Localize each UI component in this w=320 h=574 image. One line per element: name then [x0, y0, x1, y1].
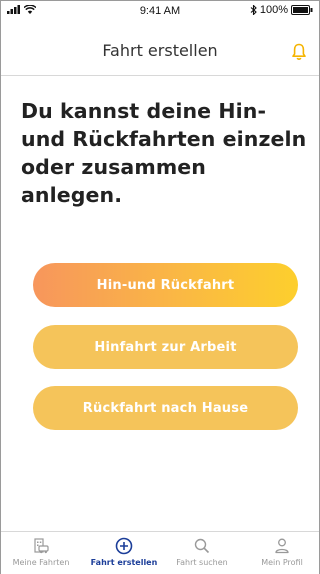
tab-label: Mein Profil: [261, 558, 303, 567]
search-icon: [194, 538, 210, 554]
round-trip-button[interactable]: Hin-und Rückfahrt: [33, 263, 298, 307]
building-car-icon: [34, 538, 49, 554]
status-right: 100%: [250, 4, 313, 16]
tab-label: Meine Fahrten: [12, 558, 70, 567]
bluetooth-icon: [250, 5, 257, 15]
return-home-button[interactable]: Rückfahrt nach Hause: [33, 386, 298, 430]
tab-meine-fahrten[interactable]: Meine Fahrten: [1, 536, 81, 567]
battery-percent: 100%: [259, 4, 288, 16]
tab-mein-profil[interactable]: Mein Profil: [242, 536, 320, 567]
nav-bar: Fahrt erstellen: [1, 21, 319, 76]
tab-bar: Meine Fahrten Fahrt erstellen Fahrt such…: [1, 531, 319, 574]
profile-icon: [275, 538, 289, 554]
headline: Du kannst deine Hin- und Rückfahrten ein…: [21, 99, 307, 207]
tab-fahrt-suchen[interactable]: Fahrt suchen: [162, 536, 242, 567]
outbound-to-work-button[interactable]: Hinfahrt zur Arbeit: [33, 325, 298, 369]
tab-fahrt-erstellen[interactable]: Fahrt erstellen: [84, 536, 164, 567]
tab-label: Fahrt suchen: [176, 558, 228, 567]
battery-icon: [291, 5, 313, 15]
tab-label: Fahrt erstellen: [90, 558, 158, 567]
status-bar: 9:41 AM 100%: [1, 1, 319, 21]
page-title: Fahrt erstellen: [102, 41, 218, 60]
bell-icon[interactable]: [291, 43, 307, 61]
plus-circle-icon: [115, 537, 133, 555]
